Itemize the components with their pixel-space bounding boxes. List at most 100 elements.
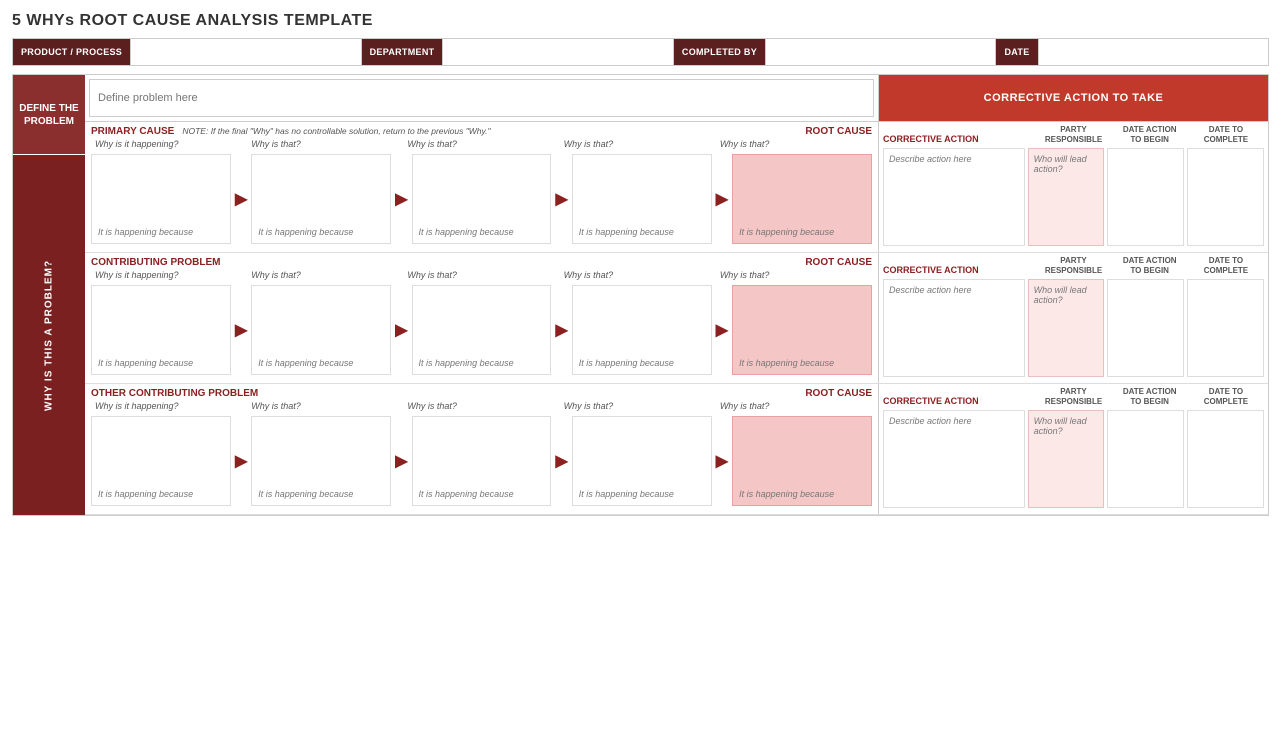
action-box-contributing[interactable]: Describe action here	[883, 279, 1025, 377]
corrective-action-label-contributing: CORRECTIVE ACTION	[883, 265, 1035, 275]
party-label-other: PARTY RESPONSIBLE	[1035, 387, 1111, 406]
date-label: DATE	[995, 39, 1037, 65]
why-label-contributing-2: Why is that?	[403, 269, 559, 281]
section-title-primary: PRIMARY CAUSE	[91, 126, 174, 137]
why-label-other-0: Why is it happening?	[91, 400, 247, 412]
arrow-other-1: ▶	[233, 451, 249, 471]
cause-box-other-2[interactable]: It is happening because	[412, 416, 552, 506]
date-complete-box-primary[interactable]	[1187, 148, 1264, 246]
corrective-panel-primary: CORRECTIVE ACTIONPARTY RESPONSIBLEDATE A…	[878, 122, 1268, 252]
date-complete-box-contributing[interactable]	[1187, 279, 1264, 377]
root-cause-label-primary: ROOT CAUSE	[805, 126, 872, 137]
cause-box-other-4[interactable]: It is happening because	[732, 416, 872, 506]
why-label-contributing-1: Why is that?	[247, 269, 403, 281]
section-title-contributing: CONTRIBUTING PROBLEM	[91, 257, 220, 268]
causes-area-other: OTHER CONTRIBUTING PROBLEMROOT CAUSEWhy …	[85, 384, 878, 514]
product-label: PRODUCT / PROCESS	[13, 39, 130, 65]
product-value[interactable]	[130, 39, 360, 65]
why-label-other-3: Why is that?	[560, 400, 716, 412]
corrective-labels-row-primary: CORRECTIVE ACTIONPARTY RESPONSIBLEDATE A…	[879, 122, 1268, 146]
why-label-primary-4: Why is that?	[716, 138, 872, 150]
causes-area-contributing: CONTRIBUTING PROBLEMROOT CAUSEWhy is it …	[85, 253, 878, 383]
party-box-primary[interactable]: Who will lead action?	[1028, 148, 1105, 246]
date-begin-label-contributing: DATE ACTION TO BEGIN	[1112, 256, 1188, 275]
department-value[interactable]	[442, 39, 672, 65]
department-label: DEPARTMENT	[361, 39, 443, 65]
why-label-primary-1: Why is that?	[247, 138, 403, 150]
date-begin-box-other[interactable]	[1107, 410, 1184, 508]
cause-box-other-3[interactable]: It is happening because	[572, 416, 712, 506]
party-box-contributing[interactable]: Who will lead action?	[1028, 279, 1105, 377]
section-title-row-contributing: CONTRIBUTING PROBLEM ROOT CAUSE	[85, 253, 878, 269]
action-box-other[interactable]: Describe action here	[883, 410, 1025, 508]
why-label-contributing-3: Why is that?	[560, 269, 716, 281]
arrow-contributing-2: ▶	[393, 320, 409, 340]
corrective-boxes-row-primary: Describe action hereWho will lead action…	[879, 146, 1268, 252]
section-title-row-primary: PRIMARY CAUSE NOTE: If the final "Why" ha…	[85, 122, 878, 138]
arrow-primary-2: ▶	[393, 189, 409, 209]
why-label-contributing-4: Why is that?	[716, 269, 872, 281]
arrow-primary-3: ▶	[553, 189, 569, 209]
date-complete-label-contributing: DATE TO COMPLETE	[1188, 256, 1264, 275]
date-complete-box-other[interactable]	[1187, 410, 1264, 508]
date-value[interactable]	[1038, 39, 1268, 65]
section-note-primary: NOTE: If the final "Why" has no controll…	[182, 126, 490, 136]
page-title: 5 WHYs ROOT CAUSE ANALYSIS TEMPLATE	[12, 12, 1269, 30]
main-container: DEFINE THE PROBLEM WHY IS THIS A PROBLEM…	[12, 74, 1269, 516]
sidebar-why: WHY IS THIS A PROBLEM?	[13, 155, 85, 515]
why-labels-row-primary: Why is it happening?Why is that?Why is t…	[85, 138, 878, 150]
content-area: CORRECTIVE ACTION TO TAKE PRIMARY CAUSE N…	[85, 75, 1268, 515]
cause-box-primary-1[interactable]: It is happening because	[251, 154, 391, 244]
why-label-contributing-0: Why is it happening?	[91, 269, 247, 281]
why-labels-row-contributing: Why is it happening?Why is that?Why is t…	[85, 269, 878, 281]
cause-box-primary-2[interactable]: It is happening because	[412, 154, 552, 244]
date-begin-label-other: DATE ACTION TO BEGIN	[1112, 387, 1188, 406]
root-cause-label-contributing: ROOT CAUSE	[805, 257, 872, 268]
why-label-other-4: Why is that?	[716, 400, 872, 412]
date-begin-box-primary[interactable]	[1107, 148, 1184, 246]
cause-box-contributing-0[interactable]: It is happening because	[91, 285, 231, 375]
boxes-row-other: It is happening because▶It is happening …	[85, 412, 878, 514]
cause-box-other-1[interactable]: It is happening because	[251, 416, 391, 506]
arrow-other-3: ▶	[553, 451, 569, 471]
arrow-contributing-4: ▶	[714, 320, 730, 340]
cause-box-primary-3[interactable]: It is happening because	[572, 154, 712, 244]
define-problem-input[interactable]	[89, 79, 874, 117]
cause-box-contributing-1[interactable]: It is happening because	[251, 285, 391, 375]
problems-container: PRIMARY CAUSE NOTE: If the final "Why" ha…	[85, 122, 1268, 515]
why-labels-row-other: Why is it happening? Why is that?Why is t…	[85, 400, 878, 412]
corrective-action-header: CORRECTIVE ACTION TO TAKE	[878, 75, 1268, 121]
corrective-action-label-primary: CORRECTIVE ACTION	[883, 134, 1035, 144]
cause-box-contributing-2[interactable]: It is happening because	[412, 285, 552, 375]
party-box-other[interactable]: Who will lead action?	[1028, 410, 1105, 508]
arrow-contributing-3: ▶	[553, 320, 569, 340]
date-begin-label-primary: DATE ACTION TO BEGIN	[1112, 125, 1188, 144]
problem-section-contributing: CONTRIBUTING PROBLEMROOT CAUSEWhy is it …	[85, 253, 1268, 384]
define-row: CORRECTIVE ACTION TO TAKE	[85, 75, 1268, 122]
date-begin-box-contributing[interactable]	[1107, 279, 1184, 377]
corrective-section-contributing: CORRECTIVE ACTIONPARTY RESPONSIBLEDATE A…	[879, 253, 1268, 383]
arrow-other-4: ▶	[714, 451, 730, 471]
corrective-boxes-row-other: Describe action hereWho will lead action…	[879, 408, 1268, 514]
why-label-primary-2: Why is that?	[403, 138, 559, 150]
boxes-row-primary: It is happening because▶It is happening …	[85, 150, 878, 252]
corrective-labels-row-contributing: CORRECTIVE ACTIONPARTY RESPONSIBLEDATE A…	[879, 253, 1268, 277]
causes-area-primary: PRIMARY CAUSE NOTE: If the final "Why" ha…	[85, 122, 878, 252]
corrective-panel-contributing: CORRECTIVE ACTIONPARTY RESPONSIBLEDATE A…	[878, 253, 1268, 383]
cause-box-primary-4[interactable]: It is happening because	[732, 154, 872, 244]
action-box-primary[interactable]: Describe action here	[883, 148, 1025, 246]
cause-box-contributing-3[interactable]: It is happening because	[572, 285, 712, 375]
completed-by-label: COMPLETED BY	[673, 39, 765, 65]
cause-box-other-0[interactable]: It is happening because	[91, 416, 231, 506]
date-complete-label-other: DATE TO COMPLETE	[1188, 387, 1264, 406]
cause-box-primary-0[interactable]: It is happening because	[91, 154, 231, 244]
arrow-other-2: ▶	[393, 451, 409, 471]
define-input-area	[85, 75, 878, 121]
why-label-primary-0: Why is it happening?	[91, 138, 247, 150]
problem-section-primary: PRIMARY CAUSE NOTE: If the final "Why" ha…	[85, 122, 1268, 253]
arrow-primary-4: ▶	[714, 189, 730, 209]
completed-by-value[interactable]	[765, 39, 995, 65]
boxes-row-contributing: It is happening because▶It is happening …	[85, 281, 878, 383]
corrective-labels-row-other: CORRECTIVE ACTIONPARTY RESPONSIBLEDATE A…	[879, 384, 1268, 408]
cause-box-contributing-4[interactable]: It is happening because	[732, 285, 872, 375]
